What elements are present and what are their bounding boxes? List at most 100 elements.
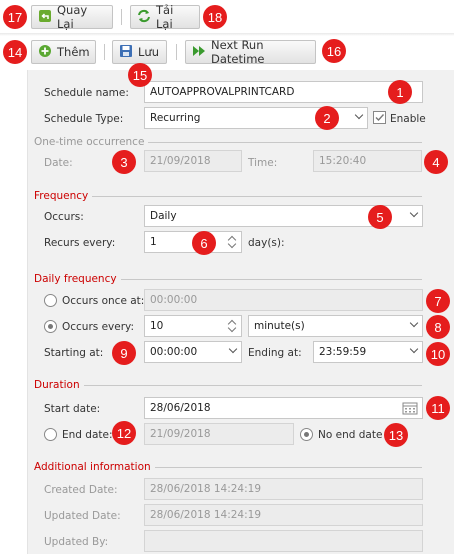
daily-frequency-title: Daily frequency — [34, 273, 117, 285]
chevron-down-icon — [354, 110, 364, 120]
additional-info-title: Additional information — [34, 461, 151, 473]
chevron-down-icon — [409, 208, 419, 218]
start-date-input[interactable]: 28/06/2018 — [144, 397, 423, 419]
schedule-name-value: AUTOAPPROVALPRINTCARD — [150, 86, 295, 98]
annotation-badge: 2 — [315, 106, 339, 130]
section-divider — [148, 141, 422, 143]
save-button-label: Lưu — [138, 45, 159, 59]
toolbar-divider — [104, 44, 105, 60]
recurs-every-label: Recurs every: — [44, 237, 116, 249]
toolbar-divider — [176, 44, 177, 60]
annotation-badge: 13 — [384, 423, 408, 447]
enable-label: Enable — [390, 113, 426, 125]
start-date-label: Start date: — [44, 403, 101, 415]
annotation-badge: 9 — [112, 341, 136, 365]
occurs-value: Daily — [150, 210, 177, 222]
next-run-datetime-button[interactable]: Next Run Datetime — [185, 38, 316, 66]
starting-at-select[interactable]: 00:00:00 — [144, 341, 242, 363]
add-button-label: Thêm — [57, 45, 90, 59]
next-run-datetime-label: Next Run Datetime — [211, 38, 265, 66]
occurs-once-value: 00:00:00 — [150, 294, 198, 306]
occurs-every-unit-select[interactable]: minute(s) — [248, 315, 423, 337]
end-date-label: End date: — [62, 429, 113, 441]
annotation-badge: 15 — [128, 63, 152, 87]
annotation-badge: 3 — [112, 150, 136, 174]
starting-at-label: Starting at: — [44, 347, 104, 359]
daily-frequency-section-title: Daily frequency — [34, 272, 422, 286]
occurs-label: Occurs: — [44, 211, 84, 223]
frequency-section-title: Frequency — [34, 189, 422, 203]
calendar-icon[interactable] — [402, 401, 418, 418]
occurs-every-value: 10 — [150, 320, 164, 332]
updated-date-label: Updated Date: — [44, 510, 121, 522]
occurs-once-label: Occurs once at: — [62, 295, 145, 307]
occurs-every-radio[interactable] — [44, 320, 57, 333]
ending-at-select[interactable]: 23:59:59 — [313, 341, 423, 363]
occurs-every-stepper[interactable]: 10 — [144, 315, 242, 337]
fast-forward-icon — [192, 44, 206, 61]
enable-checkbox[interactable] — [373, 111, 386, 124]
additional-info-section-title: Additional information — [34, 460, 422, 474]
schedule-name-label: Schedule name: — [44, 87, 129, 99]
schedule-name-input[interactable]: AUTOAPPROVALPRINTCARD — [144, 81, 423, 103]
starting-at-value: 00:00:00 — [150, 346, 198, 358]
time-label: Time: — [248, 157, 278, 169]
annotation-badge: 18 — [203, 5, 227, 29]
save-button[interactable]: Lưu — [112, 40, 167, 64]
date-label: Date: — [44, 157, 73, 169]
chevron-down-icon — [228, 344, 238, 354]
chevron-down-icon — [409, 318, 419, 328]
duration-section-title: Duration — [34, 378, 422, 392]
annotation-badge: 16 — [322, 39, 346, 63]
one-time-date-value: 21/09/2018 — [150, 155, 211, 167]
updated-by-label: Updated By: — [44, 536, 109, 548]
toolbar-shadow — [0, 33, 454, 36]
schedule-type-value: Recurring — [150, 112, 201, 124]
ending-at-label: Ending at: — [248, 347, 302, 359]
reload-button[interactable]: Tải Lại — [130, 3, 200, 31]
annotation-badge: 11 — [426, 396, 450, 420]
days-unit-label: day(s): — [248, 237, 285, 249]
section-divider — [154, 466, 422, 468]
undo-icon — [38, 9, 52, 26]
no-end-date-radio[interactable] — [300, 428, 313, 441]
add-button[interactable]: Thêm — [31, 40, 96, 64]
one-time-date-input[interactable]: 21/09/2018 — [144, 150, 242, 172]
section-divider — [92, 195, 422, 197]
created-date-label: Created Date: — [44, 484, 118, 496]
duration-title: Duration — [34, 379, 80, 391]
section-divider — [83, 384, 422, 386]
annotation-badge: 17 — [3, 5, 27, 29]
chevron-down-icon — [409, 344, 419, 354]
one-time-time-value: 15:20:40 — [319, 155, 367, 167]
created-date-input: 28/06/2018 14:24:19 — [144, 478, 423, 500]
no-end-date-label: No end date — [318, 429, 383, 441]
section-divider — [120, 278, 422, 280]
end-date-input[interactable]: 21/09/2018 — [144, 423, 294, 445]
plus-icon — [38, 44, 52, 61]
spinner-arrows-icon[interactable] — [227, 234, 237, 250]
one-time-title: One-time occurrence — [34, 136, 145, 148]
annotation-badge: 7 — [426, 289, 450, 313]
schedule-type-label: Schedule Type: — [44, 113, 124, 125]
occurs-once-radio[interactable] — [44, 294, 57, 307]
checkmark-icon — [375, 114, 385, 122]
start-date-value: 28/06/2018 — [150, 402, 211, 414]
refresh-icon — [137, 9, 151, 26]
ending-at-value: 23:59:59 — [319, 346, 367, 358]
end-date-radio[interactable] — [44, 428, 57, 441]
one-time-section-title: One-time occurrence — [34, 135, 422, 149]
toolbar-divider — [121, 9, 122, 25]
annotation-badge: 4 — [424, 150, 448, 174]
end-date-value: 21/09/2018 — [150, 428, 211, 440]
reload-button-label: Tải Lại — [156, 3, 174, 31]
spinner-arrows-icon[interactable] — [227, 318, 237, 334]
occurs-once-time-input[interactable]: 00:00:00 — [144, 289, 423, 311]
occurs-every-unit-value: minute(s) — [254, 320, 305, 332]
annotation-badge: 5 — [368, 205, 392, 229]
back-button[interactable]: Quay Lại — [31, 3, 113, 31]
one-time-time-input[interactable]: 15:20:40 — [313, 150, 422, 172]
annotation-badge: 8 — [426, 315, 450, 339]
annotation-badge: 1 — [388, 80, 412, 104]
recurs-every-value: 1 — [150, 236, 157, 248]
